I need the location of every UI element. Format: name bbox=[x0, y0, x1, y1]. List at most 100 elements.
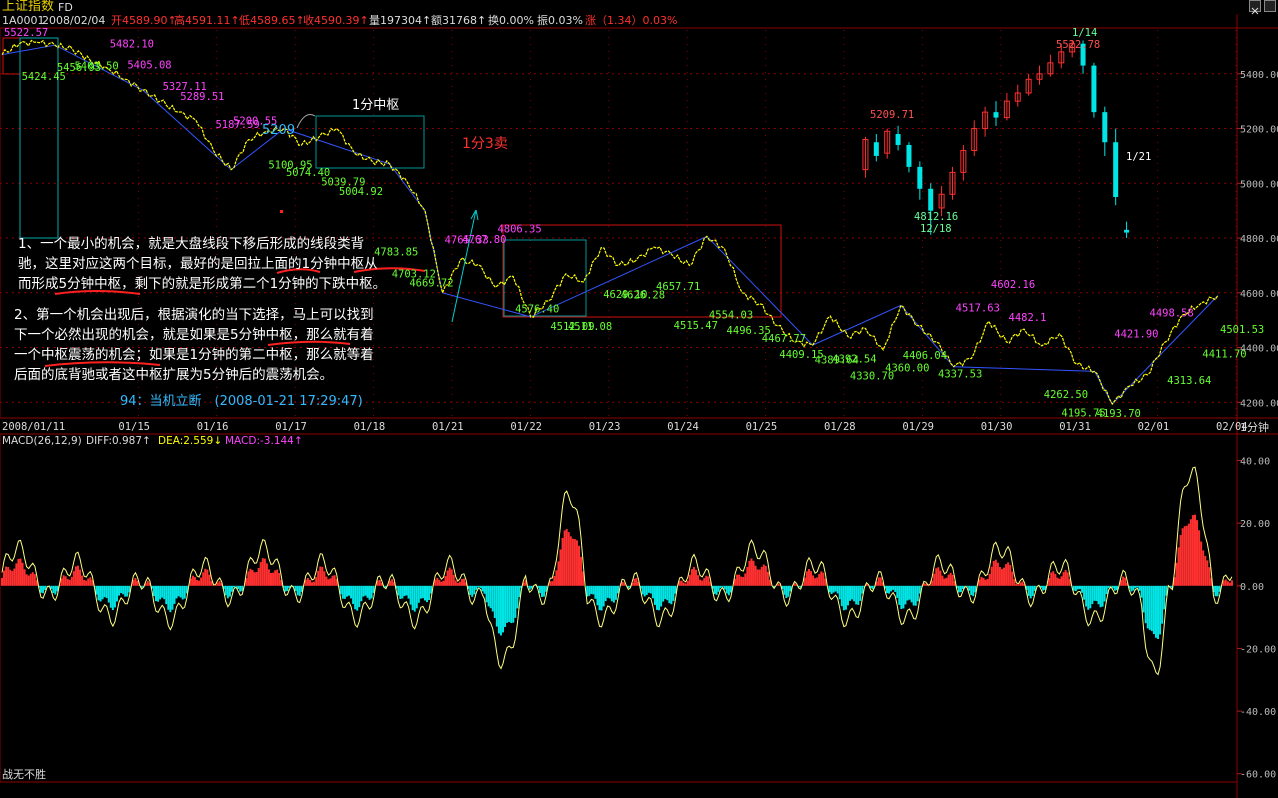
header-volume: 量197304↑ bbox=[369, 14, 432, 27]
price-label: 5405.08 bbox=[127, 59, 171, 71]
note2-line2: 下一个必然出现的机会，就是如果是5分钟中枢，那么就有着 bbox=[14, 327, 374, 343]
date-tick-label: 01/17 bbox=[275, 421, 307, 433]
price-label: 4806.35 bbox=[497, 223, 541, 235]
kline-body bbox=[928, 188, 934, 211]
window-title: 上证指数 bbox=[2, 0, 55, 14]
kline-label: 1/14 bbox=[1072, 27, 1097, 39]
date-tick-label: 01/24 bbox=[667, 421, 699, 433]
price-label: 4669.72 bbox=[409, 278, 453, 290]
red-dot bbox=[280, 210, 283, 213]
kline-body bbox=[1091, 65, 1097, 113]
signature: 94：当机立断 (2008-01-21 17:29:47) bbox=[120, 394, 363, 409]
macd-tick-label: 0.00 bbox=[1240, 582, 1264, 593]
price-label: 4783.85 bbox=[374, 246, 418, 258]
note2-line1: 2、第一个机会出现后，根据演化的当下选择，马上可以找到 bbox=[14, 307, 374, 323]
price-label: 4337.53 bbox=[938, 369, 982, 381]
price-label: 4657.71 bbox=[656, 281, 700, 293]
price-label: 4576.40 bbox=[515, 303, 559, 315]
kline-body bbox=[917, 166, 923, 189]
date-tick-label: 2008/01/11 bbox=[2, 421, 65, 433]
sell-label: 1分3卖 bbox=[462, 136, 508, 152]
price-label: 4262.50 bbox=[1044, 389, 1088, 401]
arrow-to-sell bbox=[451, 209, 477, 323]
header-amplitude: 振0.03% bbox=[537, 14, 583, 27]
price-label: 5004.92 bbox=[339, 186, 383, 198]
date-tick-label: 02/01 bbox=[1138, 421, 1170, 433]
price-label: 4602.16 bbox=[991, 279, 1035, 291]
macd-diff-line bbox=[1, 466, 1233, 676]
price-label: 4313.64 bbox=[1167, 375, 1211, 387]
price-tick-label: 4400.00 bbox=[1240, 344, 1278, 355]
macd-line bbox=[1, 466, 1233, 676]
date-tick-label: 01/30 bbox=[981, 421, 1013, 433]
kline-label: 5522.78 bbox=[1056, 39, 1100, 51]
zhongshu-box-1 bbox=[315, 115, 425, 169]
price-tick-label: 4600.00 bbox=[1240, 289, 1278, 300]
price-label: 4515.47 bbox=[674, 320, 718, 332]
footer-text: 战无不胜 bbox=[2, 768, 46, 781]
price-label: 4498.58 bbox=[1150, 308, 1194, 320]
left-open-box bbox=[2, 37, 21, 75]
macd-diff: DIFF:0.987↑ bbox=[86, 435, 151, 447]
date-tick-label: 01/25 bbox=[746, 421, 778, 433]
header-low: 低4589.65↑ bbox=[239, 14, 305, 27]
macd-tick-label: -20.00 bbox=[1240, 644, 1276, 655]
maximize-icon[interactable] bbox=[1264, 0, 1276, 12]
header-close: 收4590.39↑ bbox=[303, 14, 369, 27]
note2-line4: 后面的底背驰或者这中枢扩展为5分钟后的震荡机会。 bbox=[14, 367, 334, 383]
header-open: 开4589.90↑ bbox=[111, 14, 177, 27]
macd-histogram bbox=[1, 514, 1233, 640]
date-tick-label: 01/16 bbox=[197, 421, 229, 433]
price-tick-label: 5200.00 bbox=[1240, 125, 1278, 136]
price-label: 5289.51 bbox=[180, 91, 224, 103]
macd-tick-label: 20.00 bbox=[1240, 519, 1270, 530]
price-tick-label: 4200.00 bbox=[1240, 398, 1278, 409]
kline-label: 12/18 bbox=[920, 223, 952, 235]
macd-dea: DEA:2.559↓ bbox=[158, 435, 223, 447]
price-label: 5522.57 bbox=[4, 27, 48, 39]
close-glyph bbox=[1251, 7, 1259, 15]
macd-panel-frame bbox=[0, 433, 1238, 783]
price-label: 5463.50 bbox=[74, 60, 118, 72]
price-label: 4193.70 bbox=[1097, 408, 1141, 420]
header-date: 2008/02/04 bbox=[42, 14, 106, 27]
price-label: 4517.63 bbox=[956, 302, 1000, 314]
header-change: 涨（1.34）0.03% bbox=[585, 14, 678, 27]
level-5209: 5209 bbox=[262, 123, 296, 138]
header-code: 1A0001 bbox=[2, 14, 45, 27]
macd-tick-label: -40.00 bbox=[1240, 707, 1276, 718]
kline-body bbox=[1113, 142, 1119, 197]
kline-body bbox=[1102, 112, 1108, 143]
price-label: 4467.77 bbox=[762, 333, 806, 345]
price-label: 4767.80 bbox=[462, 234, 506, 246]
price-tick-label: 4800.00 bbox=[1240, 234, 1278, 245]
price-tick-label: 5000.00 bbox=[1240, 179, 1278, 190]
axis-ticks: 5400.00 5200.00 5000.00 4800.00 4600.00 4400.… bbox=[2, 70, 1278, 781]
date-tick-label: 01/29 bbox=[902, 421, 934, 433]
price-label: 4554.03 bbox=[709, 309, 753, 321]
note1-line2: 驰，这里对应这两个目标，最好的是回拉上面的1分钟中枢从 bbox=[18, 256, 378, 272]
macd-tick-label: -60.00 bbox=[1240, 770, 1276, 781]
date-tick-label: 01/23 bbox=[589, 421, 621, 433]
kline-body bbox=[895, 134, 901, 145]
note1-line3: 而形成5分钟中枢，剩下的就是形成第二个1分钟的下跌中枢。 bbox=[18, 276, 387, 292]
zhongshu-label: 1分中枢 bbox=[352, 98, 400, 113]
note1-line1: 1、一个最小的机会，就是大盘线段下移后形成的线段类背 bbox=[18, 236, 365, 252]
curve-5209 bbox=[296, 114, 316, 129]
kline-body bbox=[993, 112, 999, 118]
macd-value: MACD:-3.144↑ bbox=[225, 435, 303, 447]
price-tick-label: 5400.00 bbox=[1240, 70, 1278, 81]
price-label: 4406.04 bbox=[903, 350, 947, 362]
macd-tick-label: 40.00 bbox=[1240, 457, 1270, 468]
date-tick-label: 01/21 bbox=[432, 421, 464, 433]
header-high: 高4591.11↑ bbox=[174, 14, 240, 27]
window-flag: FD bbox=[58, 1, 73, 14]
date-tick-label: 01/18 bbox=[354, 421, 386, 433]
close-icon[interactable] bbox=[1249, 0, 1261, 15]
price-label: 4392.54 bbox=[832, 354, 876, 366]
price-label: 5482.10 bbox=[110, 38, 154, 50]
kline-body bbox=[873, 142, 879, 156]
header-turnover: 换0.00% bbox=[488, 14, 534, 27]
date-tick-label: 01/31 bbox=[1059, 421, 1091, 433]
period-label: 1分钟 bbox=[1240, 421, 1269, 434]
